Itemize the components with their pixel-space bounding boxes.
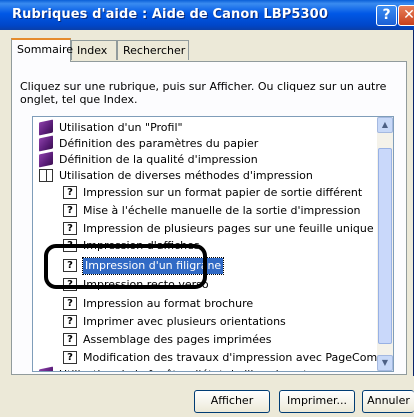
- help-topic-icon: ?: [63, 204, 77, 217]
- vertical-scrollbar[interactable]: ▲ ▼: [377, 117, 393, 371]
- scroll-thumb[interactable]: [378, 148, 392, 344]
- tree-item[interactable]: ? Impression au format brochure: [63, 296, 373, 312]
- imprimer-label: Imprimer...: [286, 394, 347, 407]
- afficher-label: Afficher: [210, 394, 254, 407]
- help-button[interactable]: ?: [376, 5, 397, 26]
- help-topic-icon: ?: [63, 351, 77, 364]
- highlight-annotation: [44, 244, 207, 289]
- tree-item-label: Impression au format brochure: [83, 297, 254, 310]
- tree-item-label: Utilisation de la fenêtre d'état de l'im…: [59, 367, 314, 371]
- closed-book-icon: [39, 119, 53, 136]
- tree-item[interactable]: Utilisation de la fenêtre d'état de l'im…: [39, 366, 373, 371]
- tree-item-label: Définition de la qualité d'impression: [59, 153, 258, 166]
- tree-item[interactable]: ? Impression sur un format papier de sort…: [63, 185, 373, 201]
- tree-item[interactable]: ? Impression de plusieurs pages sur une f…: [63, 221, 374, 237]
- afficher-button[interactable]: Afficher: [194, 390, 270, 413]
- tree-item-label: Utilisation d'un "Profil": [59, 121, 183, 134]
- tree-item[interactable]: Définition des paramètres du papier: [39, 135, 373, 152]
- close-icon: ✕: [403, 7, 414, 23]
- imprimer-button[interactable]: Imprimer...: [279, 390, 355, 413]
- help-topic-icon: ?: [63, 333, 77, 346]
- tree-item-label: Mise à l'échelle manuelle de la sortie d…: [83, 204, 361, 217]
- annuler-button[interactable]: Annuler: [362, 390, 414, 413]
- tree-item[interactable]: Définition de la qualité d'impression: [39, 151, 373, 168]
- title-bar[interactable]: Rubriques d'aide : Aide de Canon LBP5300…: [0, 0, 414, 30]
- help-topic-icon: ?: [63, 186, 77, 199]
- tree-item-label: Assemblage des pages imprimées: [83, 333, 272, 346]
- close-button[interactable]: ✕: [398, 5, 414, 26]
- tab-label: Index: [77, 44, 108, 57]
- window-title: Rubriques d'aide : Aide de Canon LBP5300: [12, 7, 328, 22]
- tree-item[interactable]: ? Mise à l'échelle manuelle de la sortie …: [63, 203, 373, 219]
- tree-item-label: Modification des travaux d'impression av…: [83, 351, 394, 364]
- tree-item-label: Impression sur un format papier de sorti…: [83, 186, 363, 199]
- tree-item-label: Définition des paramètres du papier: [59, 137, 259, 150]
- tab-rechercher[interactable]: Rechercher: [117, 40, 189, 60]
- tab-index[interactable]: Index: [71, 40, 117, 60]
- tree-item-label: Imprimer avec plusieurs orientations: [83, 315, 286, 328]
- tab-label: Sommaire: [17, 43, 73, 56]
- open-book-icon: [39, 169, 53, 182]
- instructions-text: Cliquez sur une rubrique, puis sur Affic…: [20, 80, 387, 106]
- chevron-down-icon: ▼: [381, 358, 389, 367]
- help-topic-icon: ?: [63, 297, 77, 310]
- tree-item[interactable]: ? Modification des travaux d'impression a…: [63, 350, 393, 366]
- tree-item[interactable]: Utilisation d'un "Profil": [39, 119, 373, 136]
- tree-item[interactable]: ? Assemblage des pages imprimées: [63, 332, 373, 348]
- tab-label: Rechercher: [123, 44, 186, 57]
- help-topic-icon: ?: [63, 222, 77, 235]
- help-window: Rubriques d'aide : Aide de Canon LBP5300…: [0, 0, 414, 417]
- closed-book-icon: [39, 151, 53, 168]
- tab-sommaire[interactable]: Sommaire: [11, 38, 73, 62]
- tree-item[interactable]: ? Imprimer avec plusieurs orientations: [63, 314, 373, 330]
- closed-book-icon: [39, 366, 53, 371]
- chevron-up-icon: ▲: [381, 120, 389, 129]
- tree-item-label: Utilisation de diverses méthodes d'impre…: [59, 169, 313, 182]
- scroll-down-button[interactable]: ▼: [377, 355, 393, 371]
- annuler-label: Annuler: [367, 394, 410, 407]
- help-topic-icon: ?: [63, 315, 77, 328]
- scroll-up-button[interactable]: ▲: [377, 117, 393, 133]
- tree-item-label: Impression de plusieurs pages sur une fe…: [83, 222, 374, 235]
- question-mark-icon: ?: [382, 7, 391, 23]
- tree-item[interactable]: Utilisation de diverses méthodes d'impre…: [39, 168, 373, 184]
- closed-book-icon: [39, 135, 53, 152]
